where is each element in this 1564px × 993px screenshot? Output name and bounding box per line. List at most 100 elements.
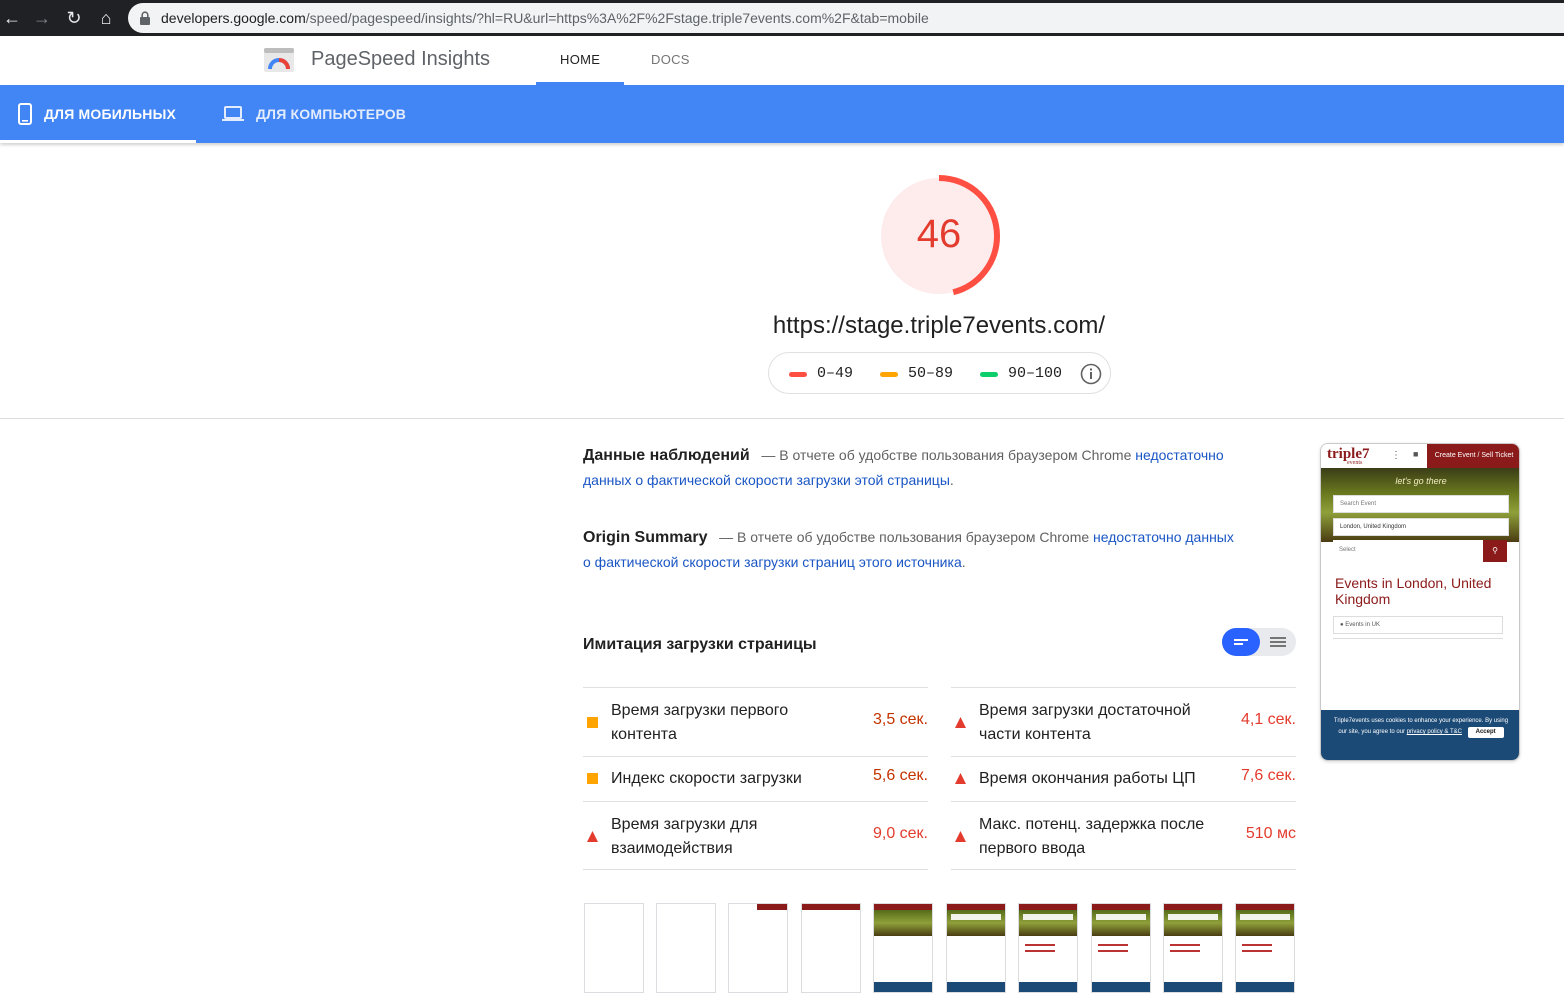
tab-desktop[interactable]: ДЛЯ КОМПЬЮТЕРОВ	[222, 85, 406, 143]
field-data-dash: —	[761, 447, 776, 463]
back-icon[interactable]: ←	[0, 6, 24, 30]
legend-fail-range: 0–49	[817, 365, 854, 382]
browser-toolbar: ← → ↻ ⌂ developers.google.com/speed/page…	[0, 0, 1564, 36]
forward-icon[interactable]: →	[30, 6, 54, 30]
metric-name: Макс. потенц. задержка после первого вво…	[979, 816, 1205, 857]
metric-value: 510 мс	[1245, 825, 1296, 842]
filmstrip-frame	[584, 903, 644, 993]
tab-mobile[interactable]: ДЛЯ МОБИЛЬНЫХ	[18, 85, 176, 143]
legend-average-range: 50–89	[908, 365, 954, 382]
home-icon[interactable]: ⌂	[94, 6, 118, 30]
field-data-text: В отчете об удобстве пользования браузер…	[779, 447, 1132, 463]
filmstrip-frame	[946, 903, 1006, 993]
lab-data-title: Имитация загрузки страницы	[583, 636, 817, 653]
score-legend: 0–49 50–89 90–100	[768, 352, 1111, 394]
field-data-title: Данные наблюдений	[583, 447, 750, 464]
origin-summary-title: Origin Summary	[583, 529, 708, 546]
preview-chip: ● Events in UK	[1333, 616, 1503, 634]
preview-accept-button: Accept	[1467, 727, 1504, 738]
final-screenshot: triple7 events ⋮ ■ Create Event / Sell Ti…	[1320, 443, 1520, 761]
app-title: PageSpeed Insights	[311, 48, 491, 70]
metrics-divider-right	[951, 869, 1296, 870]
app-header: PageSpeed Insights HOME DOCS	[0, 36, 1564, 85]
lock-icon	[140, 11, 150, 25]
preview-hero-text: let's go there	[1395, 476, 1447, 486]
info-icon[interactable]	[1080, 363, 1102, 385]
field-data-section: Данные наблюдений — В отчете об удобстве…	[583, 443, 1243, 493]
metric-row: Время загрузки для взаимодействия 9,0 сек…	[583, 801, 928, 869]
filmstrip-frame	[1091, 903, 1151, 993]
view-toggle[interactable]	[1222, 628, 1296, 656]
fail-triangle-icon	[587, 831, 598, 842]
filmstrip-frame	[801, 903, 861, 993]
filmstrip-frame	[656, 903, 716, 993]
preview-cta: Create Event / Sell Ticket	[1427, 444, 1519, 468]
metric-name: Время загрузки достаточной части контент…	[979, 702, 1191, 743]
pagespeed-logo-icon	[264, 48, 294, 72]
fail-triangle-icon	[955, 773, 966, 784]
nav-docs[interactable]: DOCS	[651, 52, 690, 67]
metric-name: Время загрузки первого контента	[611, 702, 789, 743]
lock-icon: ■	[1413, 449, 1419, 459]
preview-heading: Events in London, United Kingdom	[1335, 575, 1492, 607]
origin-summary-dash: —	[719, 529, 734, 545]
more-vert-icon: ⋮	[1391, 450, 1401, 461]
preview-search-input: Search Event	[1333, 495, 1509, 513]
preview-location: London, United Kingdom	[1333, 518, 1509, 536]
tab-mobile-label: ДЛЯ МОБИЛЬНЫХ	[44, 106, 177, 122]
filmstrip-frame	[1018, 903, 1078, 993]
legend-average-marker	[880, 372, 898, 377]
filmstrip-frame	[873, 903, 933, 993]
nav-home[interactable]: HOME	[560, 52, 600, 67]
compact-view-toggle[interactable]	[1222, 628, 1260, 656]
compact-view-icon	[1234, 639, 1248, 645]
metric-value: 3,5 сек.	[872, 711, 928, 728]
address-url: developers.google.com/speed/pagespeed/in…	[161, 10, 929, 26]
preview-header: triple7 events ⋮ ■ Create Event / Sell Ti…	[1321, 444, 1519, 468]
tab-desktop-label: ДЛЯ КОМПЬЮТЕРОВ	[256, 106, 407, 122]
metric-name: Время загрузки для взаимодействия	[611, 816, 758, 857]
device-tabs: ДЛЯ МОБИЛЬНЫХ ДЛЯ КОМПЬЮТЕРОВ	[0, 85, 1564, 143]
metric-name: Индекс скорости загрузки	[611, 770, 802, 787]
metric-value: 4,1 сек.	[1240, 711, 1296, 728]
fail-triangle-icon	[955, 831, 966, 842]
tested-url: https://stage.triple7events.com/	[772, 312, 1106, 339]
preview-select: Select	[1333, 540, 1483, 562]
metric-value: 7,6 сек.	[1240, 767, 1296, 784]
origin-summary-text: В отчете об удобстве пользования браузер…	[737, 529, 1090, 545]
metric-row: Время загрузки достаточной части контент…	[951, 687, 1296, 756]
metric-row: Время загрузки первого контента 3,5 сек.	[583, 687, 928, 756]
laptop-icon	[222, 106, 244, 121]
field-data-tail: .	[949, 472, 954, 488]
metrics-divider-left	[583, 869, 928, 870]
preview-logo: triple7 events	[1327, 446, 1370, 466]
address-bar[interactable]: developers.google.com/speed/pagespeed/in…	[128, 3, 1564, 33]
metric-value: 9,0 сек.	[872, 825, 928, 842]
tab-active-indicator	[0, 140, 196, 143]
list-view-icon[interactable]	[1262, 628, 1296, 656]
reload-icon[interactable]: ↻	[62, 6, 86, 30]
preview-cookie-banner: Triple7events uses cookies to enhance yo…	[1321, 710, 1519, 760]
filmstrip-frame	[728, 903, 788, 993]
preview-divider	[1333, 638, 1503, 639]
filmstrip-frame	[1163, 903, 1223, 993]
metric-row: Время окончания работы ЦП 7,6 сек.	[951, 756, 1296, 801]
performance-score: 46	[916, 212, 962, 256]
origin-summary-section: Origin Summary — В отчете об удобстве по…	[583, 525, 1243, 575]
fail-triangle-icon	[955, 717, 966, 728]
legend-pass-marker	[980, 372, 998, 377]
smartphone-icon	[18, 103, 32, 125]
metric-row: Макс. потенц. задержка после первого вво…	[951, 801, 1296, 869]
divider	[0, 418, 1564, 419]
filmstrip-frame	[1235, 903, 1295, 993]
average-square-icon	[587, 717, 598, 728]
search-icon: ⚲	[1483, 540, 1507, 562]
preview-cookie-link: privacy policy & T&C	[1406, 729, 1462, 735]
legend-fail-marker	[789, 372, 807, 377]
metric-row: Индекс скорости загрузки 5,6 сек.	[583, 756, 928, 801]
metric-name: Время окончания работы ЦП	[979, 770, 1196, 787]
metric-value: 5,6 сек.	[872, 767, 928, 784]
legend-pass-range: 90–100	[1008, 365, 1063, 382]
origin-summary-tail: .	[961, 554, 966, 570]
average-square-icon	[587, 773, 598, 784]
